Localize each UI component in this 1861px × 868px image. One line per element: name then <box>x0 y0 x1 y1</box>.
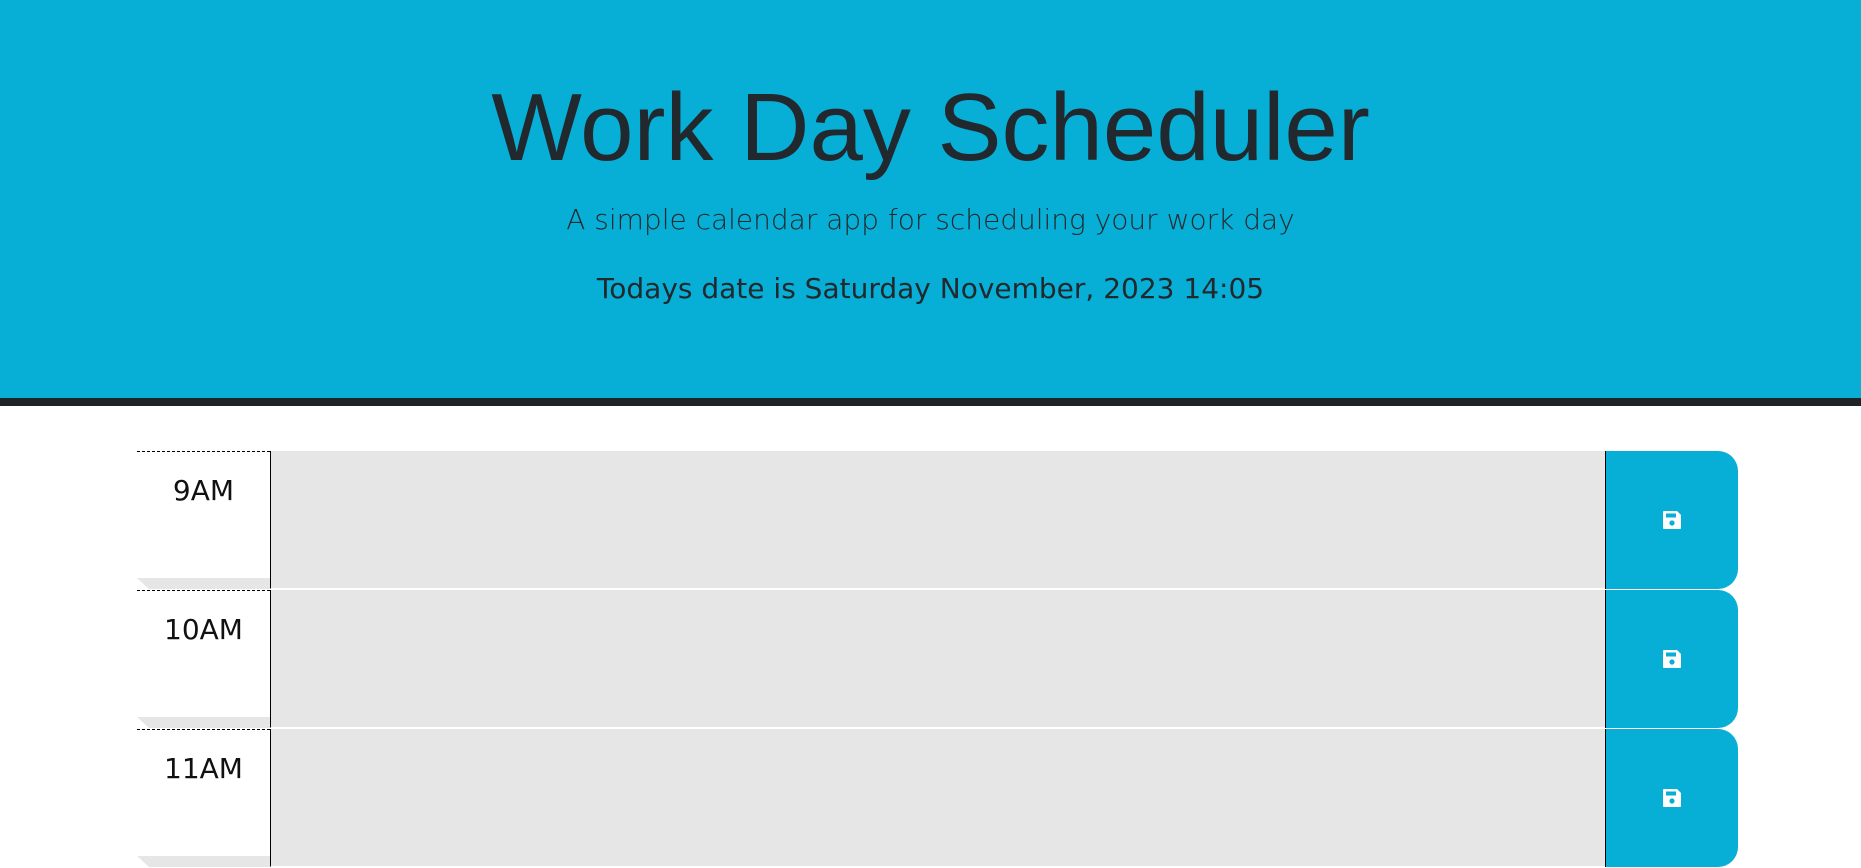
save-icon <box>1663 650 1681 668</box>
save-button[interactable] <box>1605 451 1738 589</box>
time-block-10am: 10AM <box>137 590 1738 729</box>
hour-label-fold <box>137 717 270 728</box>
hour-label-text: 9AM <box>172 474 235 507</box>
save-button[interactable] <box>1605 590 1738 728</box>
current-date: Todays date is Saturday November, 2023 1… <box>596 272 1265 305</box>
save-icon <box>1663 511 1681 529</box>
page-title: Work Day Scheduler <box>491 74 1370 181</box>
event-description-input[interactable] <box>270 451 1607 589</box>
time-block-9am: 9AM <box>137 451 1738 590</box>
event-description-input[interactable] <box>270 729 1607 867</box>
time-block-11am: 11AM <box>137 729 1738 868</box>
page-subtitle: A simple calendar app for scheduling you… <box>566 203 1295 236</box>
hour-label: 11AM <box>137 729 270 867</box>
save-button[interactable] <box>1605 729 1738 867</box>
save-icon <box>1663 789 1681 807</box>
header: Work Day Scheduler A simple calendar app… <box>0 0 1861 406</box>
hour-label-fold <box>137 578 270 589</box>
hour-label-fold <box>137 856 270 867</box>
event-description-input[interactable] <box>270 590 1607 728</box>
hour-label: 9AM <box>137 451 270 589</box>
hour-label: 10AM <box>137 590 270 728</box>
hour-label-text: 11AM <box>164 752 243 785</box>
hour-label-text: 10AM <box>164 613 243 646</box>
